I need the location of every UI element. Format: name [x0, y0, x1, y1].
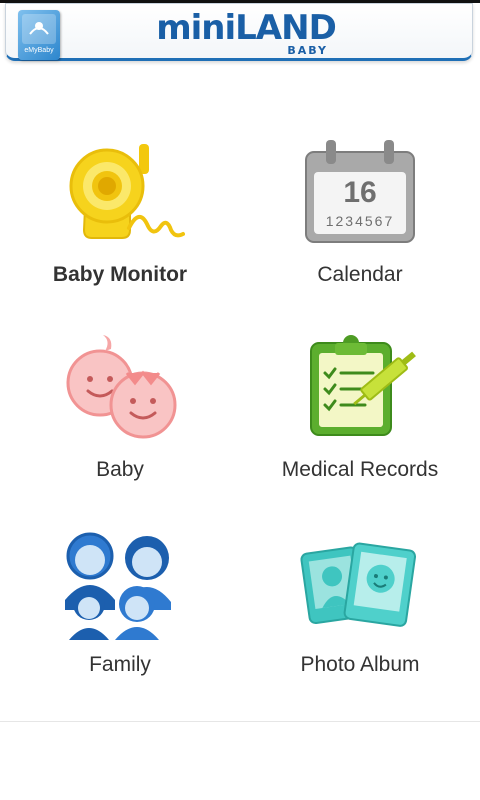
babies-icon [66, 335, 177, 439]
app-logo-icon[interactable]: eMyBaby [18, 10, 60, 60]
brand-logo: miniLAND BABY [156, 8, 337, 59]
tile-label: Baby [96, 458, 144, 481]
photo-album-icon [300, 542, 417, 627]
tile-label: Baby Monitor [52, 263, 188, 286]
tile-family[interactable]: Family [0, 510, 240, 690]
tile-calendar[interactable]: 16 1234567 Calendar [240, 120, 480, 300]
tile-baby[interactable]: Baby [0, 315, 240, 495]
tile-baby-monitor[interactable]: Baby Monitor [0, 120, 240, 300]
tile-photo-album[interactable]: Photo Album [240, 510, 480, 690]
tile-medical-records[interactable]: Medical Records [240, 315, 480, 495]
calendar-week-text: 1234567 [326, 213, 395, 229]
tile-label: Calendar [317, 263, 403, 286]
app-header: eMyBaby miniLAND BABY [5, 3, 473, 61]
medical-clipboard-icon [310, 335, 416, 436]
tile-label: Medical Records [281, 458, 439, 481]
bottom-divider [0, 721, 480, 722]
brand-name: miniLAND [156, 8, 337, 48]
app-icon-label: eMyBaby [24, 47, 54, 54]
tile-label: Photo Album [300, 653, 420, 676]
family-icon [65, 532, 171, 640]
baby-monitor-icon [69, 144, 185, 239]
calendar-icon: 16 1234567 [305, 140, 415, 243]
tile-label: Family [89, 653, 151, 676]
brand-subtitle: BABY [287, 44, 328, 57]
calendar-day-text: 16 [343, 176, 376, 209]
